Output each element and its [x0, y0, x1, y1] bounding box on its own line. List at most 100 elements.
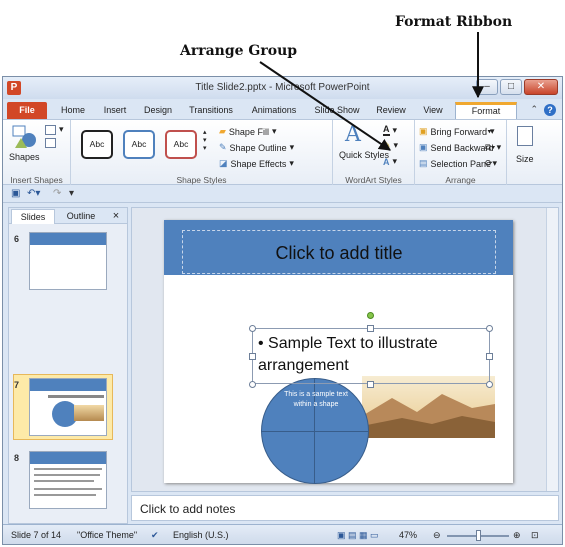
wordart-styles-label: WordArt Styles: [345, 175, 402, 185]
help-icon[interactable]: ?: [544, 104, 556, 116]
rotation-handle[interactable]: [367, 312, 374, 319]
slide-thumbnail-6[interactable]: [29, 232, 107, 290]
tab-animations[interactable]: Animations: [245, 102, 303, 119]
arrange-label: Arrange: [445, 175, 476, 185]
selection-pane-button[interactable]: ▤ Selection Pane: [419, 158, 491, 169]
zoom-slider-thumb[interactable]: [476, 530, 481, 541]
resize-handle-l[interactable]: [249, 353, 256, 360]
text-fill-icon[interactable]: A ▾: [383, 124, 397, 136]
text-outline-icon[interactable]: ✎ ▾: [383, 140, 398, 151]
text-effects-icon[interactable]: A ▾: [383, 156, 397, 167]
slide-editing-area: Click to add title This is a sample text…: [131, 207, 559, 492]
slide-counter: Slide 7 of 14: [11, 530, 62, 540]
resize-handle-br[interactable]: [486, 381, 493, 388]
shape-styles-group: Abc Abc Abc ▴ ▾ ▾ ▰ Shape Fill ▾ ✎ Shape Out…: [71, 120, 333, 186]
title-placeholder[interactable]: Click to add title: [182, 230, 496, 274]
tab-file[interactable]: File: [7, 102, 47, 119]
minimize-ribbon-icon[interactable]: ⌃: [530, 104, 538, 116]
resize-handle-r[interactable]: [486, 353, 493, 360]
align-icon[interactable]: ⫶▾: [485, 126, 492, 137]
tab-slide-show[interactable]: Slide Show: [309, 102, 365, 119]
shape-styles-label: Shape Styles: [176, 175, 227, 185]
ellipse-divider-horizontal: [261, 431, 369, 432]
redo-icon[interactable]: ↷: [53, 188, 61, 199]
resize-handle-tl[interactable]: [249, 325, 256, 332]
quick-styles-icon[interactable]: A: [345, 122, 361, 147]
rotate-icon[interactable]: ⟳▾: [485, 158, 497, 169]
slide-number-7: 7: [14, 380, 20, 390]
maximize-button[interactable]: □: [500, 79, 522, 95]
quick-access-toolbar: ▣ ↶▾ ↷ ▾: [3, 185, 562, 203]
slide-thumbnail-7[interactable]: [29, 378, 107, 436]
shape-outline-icon: ✎: [219, 142, 227, 152]
shape-outline-button[interactable]: ✎ Shape Outline ▾: [219, 142, 294, 153]
bring-forward-button[interactable]: ▣ Bring Forward ▾: [419, 126, 495, 137]
zoom-in-icon[interactable]: ⊕: [513, 530, 521, 541]
tab-format[interactable]: Format: [455, 102, 517, 120]
shape-effects-button[interactable]: ◪ Shape Effects ▾: [219, 158, 294, 169]
view-buttons-icon[interactable]: ▣ ▤ ▦ ▭: [337, 530, 379, 541]
slides-pane: Slides Outline × 6 7 8: [8, 207, 128, 524]
bullet-text[interactable]: • Sample Text to illustrate arrangement: [258, 333, 488, 377]
style-preset-black[interactable]: Abc: [81, 130, 113, 159]
undo-icon[interactable]: ↶▾: [27, 188, 40, 199]
zoom-out-icon[interactable]: ⊖: [433, 530, 441, 541]
style-preset-red[interactable]: Abc: [165, 130, 197, 159]
edit-shape-icon[interactable]: ▾: [45, 124, 64, 135]
tab-outline[interactable]: Outline: [59, 209, 103, 224]
tab-design[interactable]: Design: [139, 102, 177, 119]
customize-qat-icon[interactable]: ▾: [69, 188, 74, 199]
fit-to-window-icon[interactable]: ⊡: [531, 530, 539, 541]
resize-handle-b[interactable]: [367, 381, 374, 388]
tab-view[interactable]: View: [417, 102, 449, 119]
tab-home[interactable]: Home: [55, 102, 91, 119]
resize-handle-t[interactable]: [367, 325, 374, 332]
tab-review[interactable]: Review: [371, 102, 411, 119]
style-gallery-scroll[interactable]: ▴ ▾ ▾: [203, 128, 207, 152]
quick-styles-button[interactable]: Quick Styles: [339, 150, 389, 160]
ellipse-text: This is a sample text within a shape: [284, 391, 348, 408]
slide-thumbnail-8[interactable]: [29, 451, 107, 509]
tab-insert[interactable]: Insert: [97, 102, 133, 119]
arrange-group-annotation: Arrange Group: [180, 43, 298, 59]
save-icon[interactable]: ▣: [11, 188, 20, 199]
group-icon[interactable]: ⧉▾: [485, 142, 495, 153]
slide-number-6: 6: [14, 234, 20, 244]
language-indicator[interactable]: English (U.S.): [173, 530, 229, 540]
shapes-icon[interactable]: [11, 124, 39, 150]
style-preset-blue[interactable]: Abc: [123, 130, 155, 159]
landscape-picture[interactable]: [362, 376, 495, 438]
wordart-styles-group: A Quick Styles A ▾ ✎ ▾ A ▾ WordArt Styles: [333, 120, 415, 186]
resize-handle-tr[interactable]: [486, 325, 493, 332]
zoom-level[interactable]: 47%: [399, 530, 417, 540]
title-bar: P Title Slide2.pptx - Microsoft PowerPoi…: [3, 77, 562, 99]
selection-pane-icon: ▤: [419, 158, 428, 168]
shape-fill-button[interactable]: ▰ Shape Fill ▾: [219, 126, 276, 137]
format-ribbon: Shapes ▾ Insert Shapes Abc Abc Abc ▴ ▾ ▾ ▰…: [3, 119, 562, 186]
close-button[interactable]: ✕: [524, 79, 558, 95]
notes-placeholder[interactable]: Click to add notes: [140, 502, 235, 516]
spell-check-icon[interactable]: ✔: [151, 530, 159, 541]
size-button[interactable]: Size: [516, 154, 534, 164]
bring-forward-icon: ▣: [419, 126, 428, 136]
size-icon[interactable]: [517, 126, 533, 146]
theme-name[interactable]: "Office Theme": [77, 530, 137, 540]
tab-slides[interactable]: Slides: [11, 209, 55, 224]
tab-transitions[interactable]: Transitions: [183, 102, 239, 119]
arrange-group: ▣ Bring Forward ▾ ▣ Send Backward ▾ ▤ Selec…: [415, 120, 507, 186]
notes-pane[interactable]: Click to add notes: [131, 495, 559, 521]
shapes-button[interactable]: Shapes: [9, 152, 40, 162]
minimize-button[interactable]: –: [476, 79, 498, 95]
format-ribbon-annotation: Format Ribbon: [395, 14, 513, 30]
resize-handle-bl[interactable]: [249, 381, 256, 388]
current-slide: Click to add title This is a sample text…: [164, 220, 513, 484]
powerpoint-window: P Title Slide2.pptx - Microsoft PowerPoi…: [2, 76, 563, 545]
status-bar: Slide 7 of 14 "Office Theme" ✔ English (…: [3, 524, 562, 544]
slide-vertical-scrollbar[interactable]: [546, 208, 558, 491]
close-pane-icon[interactable]: ×: [109, 209, 123, 224]
size-group: Size: [507, 120, 545, 186]
ribbon-tabs: File Home Insert Design Transitions Anim…: [3, 99, 562, 120]
insert-shapes-group: Shapes ▾ Insert Shapes: [3, 120, 71, 186]
shape-fill-icon: ▰: [219, 126, 226, 136]
text-box-icon[interactable]: [45, 138, 56, 148]
